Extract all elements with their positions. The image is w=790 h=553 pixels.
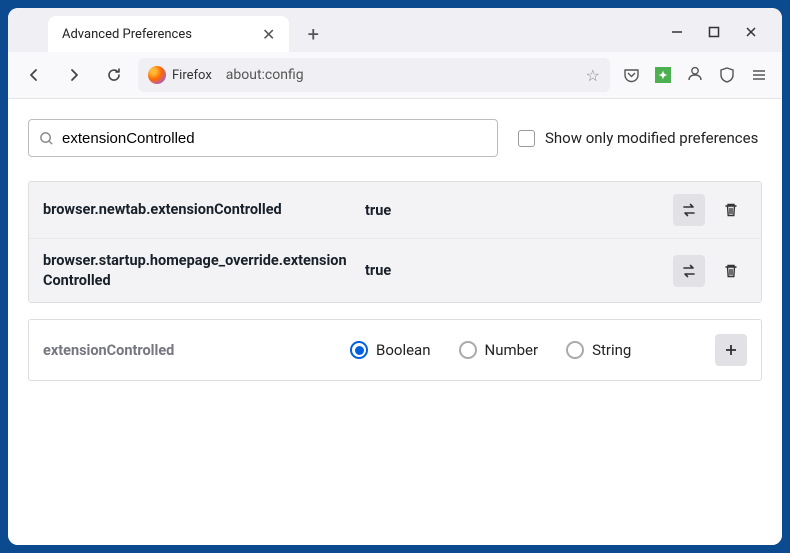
- pref-name: browser.startup.homepage_override.extens…: [43, 251, 353, 290]
- pref-value: true: [365, 262, 661, 279]
- trash-icon: [723, 202, 739, 218]
- nav-toolbar: Firefox about:config ☆ ✦: [8, 52, 782, 99]
- modified-only-checkbox-label[interactable]: Show only modified preferences: [518, 129, 758, 147]
- address-bar[interactable]: Firefox about:config ☆: [138, 58, 610, 92]
- add-button[interactable]: [715, 334, 747, 366]
- radio-input[interactable]: [459, 341, 477, 359]
- maximize-button[interactable]: [708, 26, 720, 42]
- pref-actions: [673, 194, 747, 226]
- firefox-badge: Firefox: [148, 66, 218, 84]
- page-content: Show only modified preferences browser.n…: [8, 99, 782, 545]
- pocket-icon[interactable]: [622, 66, 640, 84]
- pref-row: browser.newtab.extensionControlled true: [29, 182, 761, 239]
- close-window-button[interactable]: [744, 25, 758, 43]
- radio-string[interactable]: String: [566, 341, 631, 359]
- new-pref-row: extensionControlled Boolean Number Strin…: [28, 319, 762, 381]
- radio-number[interactable]: Number: [459, 341, 539, 359]
- radio-label: Number: [485, 341, 539, 359]
- back-button[interactable]: [18, 59, 50, 91]
- search-input[interactable]: [62, 130, 487, 147]
- radio-input[interactable]: [566, 341, 584, 359]
- new-pref-name: extensionControlled: [43, 342, 338, 359]
- menu-icon[interactable]: [750, 66, 768, 84]
- pref-row: browser.startup.homepage_override.extens…: [29, 239, 761, 302]
- delete-button[interactable]: [715, 255, 747, 287]
- search-icon: [39, 131, 54, 146]
- swap-icon: [680, 262, 698, 280]
- swap-icon: [680, 201, 698, 219]
- checkbox-text: Show only modified preferences: [545, 129, 758, 147]
- pref-value: true: [365, 202, 661, 219]
- browser-tab[interactable]: Advanced Preferences ✕: [48, 16, 289, 52]
- pref-actions: [673, 255, 747, 287]
- radio-label: String: [592, 341, 631, 359]
- close-icon[interactable]: ✕: [262, 25, 275, 44]
- browser-window: Advanced Preferences ✕ +: [8, 8, 782, 545]
- radio-boolean[interactable]: Boolean: [350, 341, 431, 359]
- toggle-button[interactable]: [673, 194, 705, 226]
- trash-icon: [723, 263, 739, 279]
- tab-bar: Advanced Preferences ✕ +: [8, 8, 782, 52]
- bookmark-star-icon[interactable]: ☆: [586, 66, 600, 85]
- search-row: Show only modified preferences: [28, 119, 762, 157]
- firefox-icon: [148, 66, 166, 84]
- minimize-button[interactable]: [670, 25, 684, 43]
- extension-icon[interactable]: ✦: [654, 66, 672, 84]
- pref-table: browser.newtab.extensionControlled true …: [28, 181, 762, 303]
- modified-only-checkbox[interactable]: [518, 130, 535, 147]
- forward-button[interactable]: [58, 59, 90, 91]
- radio-input[interactable]: [350, 341, 368, 359]
- pref-name: browser.newtab.extensionControlled: [43, 200, 353, 220]
- shield-icon[interactable]: [718, 66, 736, 84]
- plus-icon: [723, 342, 739, 358]
- search-input-wrapper: [28, 119, 498, 157]
- toggle-button[interactable]: [673, 255, 705, 287]
- window-controls: [670, 25, 774, 43]
- toolbar-icons: ✦: [618, 66, 772, 84]
- tab-title: Advanced Preferences: [62, 27, 192, 42]
- firefox-label: Firefox: [172, 68, 212, 83]
- type-radio-group: Boolean Number String: [350, 341, 703, 359]
- account-icon[interactable]: [686, 66, 704, 84]
- new-tab-button[interactable]: +: [299, 20, 327, 48]
- delete-button[interactable]: [715, 194, 747, 226]
- reload-button[interactable]: [98, 59, 130, 91]
- radio-label: Boolean: [376, 341, 431, 359]
- url-text: about:config: [226, 67, 578, 83]
